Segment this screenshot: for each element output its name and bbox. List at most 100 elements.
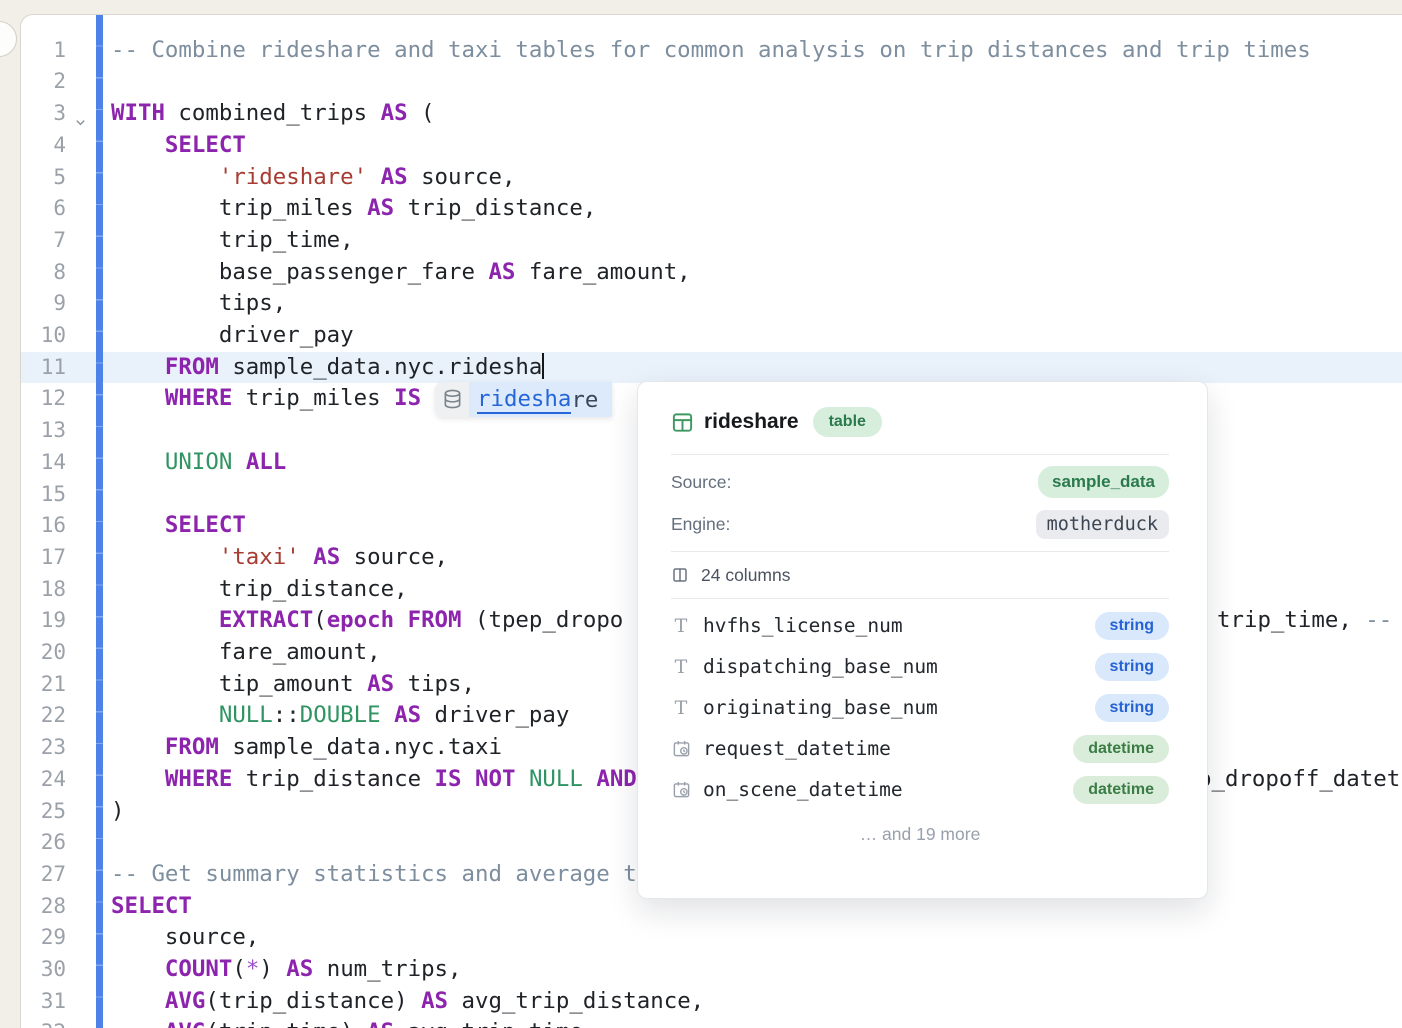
code-token <box>394 607 407 633</box>
code-line[interactable]: 8 base_passenger_fare AS fare_amount, <box>21 257 1402 289</box>
text-icon: T <box>671 615 691 637</box>
autocomplete-item-rideshare[interactable]: rideshare <box>435 382 612 417</box>
code-text: FROM sample_data.nyc.ridesha <box>111 352 544 384</box>
code-line[interactable]: 6 trip_miles AS trip_distance, <box>21 193 1402 225</box>
code-token <box>111 164 219 190</box>
line-number: 23 <box>21 732 66 764</box>
code-token <box>381 702 394 728</box>
column-type-badge: string <box>1095 612 1169 640</box>
code-token: AS <box>488 259 515 285</box>
database-icon <box>435 382 469 417</box>
line-number: 6 <box>21 193 66 225</box>
code-token: DOUBLE <box>300 702 381 728</box>
fold-chevron-icon[interactable] <box>74 107 88 121</box>
code-token: FROM <box>165 734 219 760</box>
code-text: driver_pay <box>111 320 354 352</box>
code-token: AS <box>381 100 408 126</box>
table-info-header: rideshare table <box>671 404 1169 440</box>
code-line[interactable]: 11 FROM sample_data.nyc.ridesha <box>21 352 1402 384</box>
code-token <box>583 766 596 792</box>
code-token: ) <box>259 956 286 982</box>
code-token <box>515 766 528 792</box>
autocomplete-item-label: rideshare <box>469 382 612 417</box>
code-text: NULL::DOUBLE AS driver_pay <box>111 700 569 732</box>
code-token: source, <box>408 164 516 190</box>
code-text: FROM sample_data.nyc.taxi <box>111 732 502 764</box>
code-token: AS <box>286 956 313 982</box>
table-name-title: rideshare <box>704 410 799 434</box>
code-line[interactable]: 1-- Combine rideshare and taxi tables fo… <box>21 35 1402 67</box>
column-name: hvfhs_license_num <box>703 614 1095 637</box>
code-token: ( <box>408 100 435 126</box>
code-token: UNION <box>165 449 232 475</box>
code-text: WHERE trip_distance IS NOT NULL AND <box>111 764 637 796</box>
columns-icon <box>671 566 689 584</box>
line-number: 17 <box>21 542 66 574</box>
code-line[interactable]: 3WITH combined_trips AS ( <box>21 98 1402 130</box>
engine-row: Engine: motherduck <box>671 503 1169 545</box>
code-token: NULL <box>219 702 273 728</box>
code-token: tips, <box>394 671 475 697</box>
code-token: -- Get summary statistics and average t <box>111 861 637 887</box>
text-cursor <box>542 353 544 379</box>
code-token: avg_trip_distance, <box>448 988 704 1014</box>
table-icon <box>671 411 694 434</box>
line-number: 24 <box>21 764 66 796</box>
code-token: sample_data.nyc.taxi <box>219 734 502 760</box>
code-line[interactable]: 7 trip_time, <box>21 225 1402 257</box>
autocomplete-rest-text: re <box>571 387 598 413</box>
code-token: driver_pay <box>111 322 354 348</box>
code-token: trip_distance, <box>394 195 596 221</box>
code-token <box>111 132 165 158</box>
code-line[interactable]: 32 AVG(trip_time) AS avg_trip_time, <box>21 1017 1402 1028</box>
code-token: (trip_distance) <box>205 988 421 1014</box>
code-token: trip_time, <box>111 227 354 253</box>
line-number: 20 <box>21 637 66 669</box>
code-token: base_passenger_fare <box>111 259 488 285</box>
columns-count-label: 24 columns <box>701 565 791 586</box>
code-token <box>300 544 313 570</box>
code-token: (tpep_dropo <box>462 607 624 633</box>
more-columns-label: … and 19 more <box>671 824 1169 845</box>
code-token: WHERE <box>165 385 232 411</box>
code-token <box>111 988 165 1014</box>
code-line[interactable]: 5 'rideshare' AS source, <box>21 162 1402 194</box>
line-number: 15 <box>21 479 66 511</box>
line-number: 11 <box>21 352 66 384</box>
code-line[interactable]: 31 AVG(trip_distance) AS avg_trip_distan… <box>21 986 1402 1018</box>
code-token: AS <box>381 164 408 190</box>
collapsed-edge-button[interactable] <box>0 21 17 57</box>
line-number: 4 <box>21 130 66 162</box>
code-line[interactable]: 10 driver_pay <box>21 320 1402 352</box>
code-token: COUNT <box>165 956 232 982</box>
code-token: IS <box>394 385 421 411</box>
code-token <box>111 385 165 411</box>
code-token <box>111 449 165 475</box>
code-token <box>111 702 219 728</box>
code-line[interactable]: 9 tips, <box>21 288 1402 320</box>
code-line[interactable]: 29 source, <box>21 922 1402 954</box>
code-line[interactable]: 30 COUNT(*) AS num_trips, <box>21 954 1402 986</box>
engine-value-badge: motherduck <box>1036 510 1169 539</box>
code-token: WHERE <box>165 766 232 792</box>
code-token: ) <box>111 798 124 824</box>
code-line[interactable]: 2 <box>21 66 1402 98</box>
code-text: SELECT <box>111 510 246 542</box>
column-row: Tdispatching_base_numstring <box>671 646 1169 687</box>
code-token <box>111 607 219 633</box>
source-row: Source: sample_data <box>671 461 1169 503</box>
code-token: AS <box>313 544 340 570</box>
line-number: 26 <box>21 827 66 859</box>
code-text: AVG(trip_distance) AS avg_trip_distance, <box>111 986 704 1018</box>
code-token <box>232 449 245 475</box>
column-name: originating_base_num <box>703 696 1095 719</box>
code-text: AVG(trip_time) AS avg_trip_time, <box>111 1017 596 1028</box>
code-line[interactable]: 4 SELECT <box>21 130 1402 162</box>
line-number: 22 <box>21 700 66 732</box>
line-number: 8 <box>21 257 66 289</box>
line-number: 2 <box>21 66 66 98</box>
code-token: source, <box>340 544 448 570</box>
code-token: fare_amount, <box>111 639 381 665</box>
code-token <box>111 766 165 792</box>
code-token: epoch <box>327 607 394 633</box>
